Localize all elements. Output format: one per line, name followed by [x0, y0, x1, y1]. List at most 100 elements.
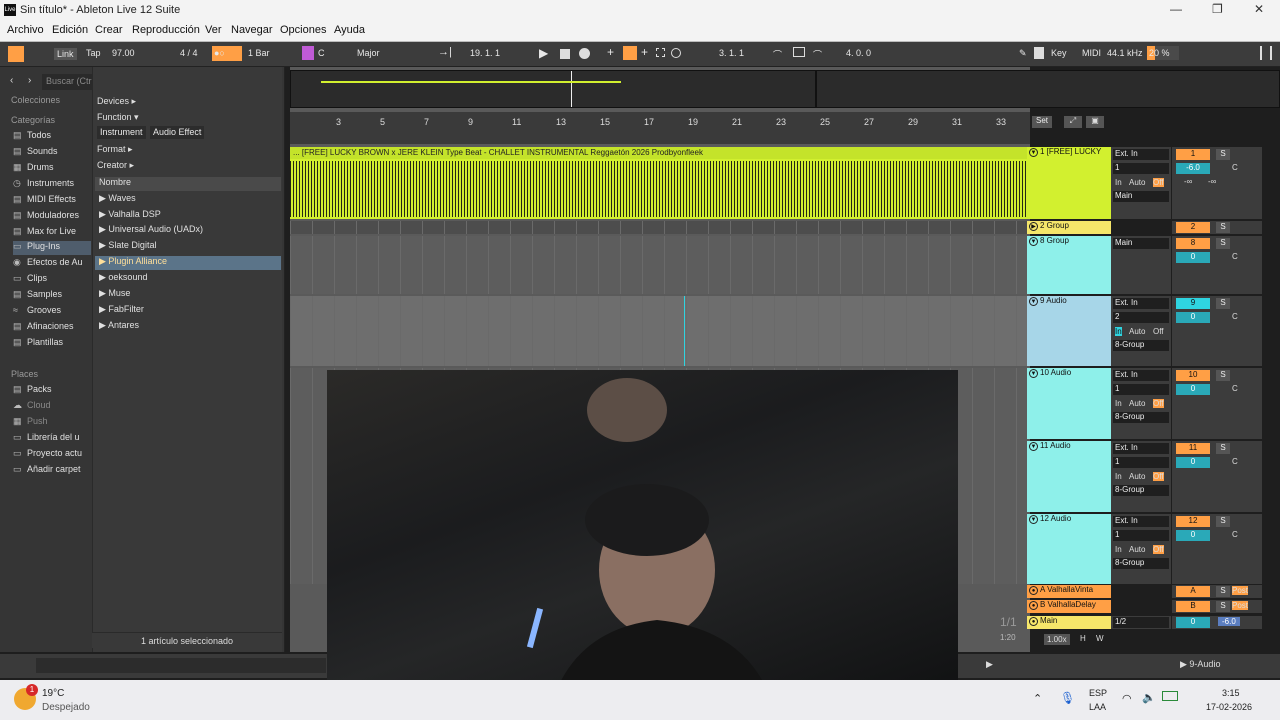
- play-icon[interactable]: ▶: [539, 46, 548, 60]
- track-activator[interactable]: 8: [1176, 238, 1210, 249]
- track-lane-8[interactable]: [290, 236, 1027, 294]
- pan-field[interactable]: C: [1232, 312, 1238, 321]
- follow-icon[interactable]: →|: [438, 46, 452, 58]
- category-efectos-audio[interactable]: ◉ Efectos de Au: [13, 257, 83, 271]
- return-activator[interactable]: B: [1176, 601, 1210, 612]
- list-item[interactable]: ▶ Universal Audio (UADx): [95, 224, 281, 238]
- keyboard-icon[interactable]: [1034, 47, 1044, 59]
- fold-icon[interactable]: ▼: [1029, 297, 1038, 306]
- solo-button[interactable]: S: [1216, 149, 1230, 160]
- category-midi-effects[interactable]: ▤ MIDI Effects: [13, 194, 76, 208]
- menu-edicion[interactable]: Edición: [52, 24, 88, 36]
- h-button[interactable]: H: [1080, 634, 1086, 643]
- place-packs[interactable]: ▤ Packs: [13, 384, 52, 398]
- track-header-11[interactable]: ▼ 11 Audio: [1027, 441, 1111, 512]
- solo-button[interactable]: S: [1216, 298, 1230, 309]
- category-max-for-live[interactable]: ▤ Max for Live: [13, 226, 76, 240]
- key-map-button[interactable]: Key: [1051, 48, 1067, 58]
- monitor-in[interactable]: In: [1115, 472, 1122, 481]
- volume-field[interactable]: 0: [1176, 530, 1210, 541]
- column-header-name[interactable]: Nombre: [95, 177, 281, 191]
- input-type-select[interactable]: Ext. In: [1113, 298, 1169, 309]
- place-push[interactable]: ▦ Push: [13, 416, 48, 430]
- punch-in-icon[interactable]: ⌒: [773, 48, 782, 61]
- punch-out-icon[interactable]: ⌒: [813, 48, 822, 61]
- volume-field[interactable]: -6.0: [1176, 163, 1210, 174]
- loop-length-field[interactable]: 4. 0. 0: [846, 48, 871, 58]
- tag-audio-effect[interactable]: Audio Effect: [150, 126, 205, 139]
- monitor-in[interactable]: In: [1115, 178, 1122, 187]
- category-plantillas[interactable]: ▤ Plantillas: [13, 337, 63, 351]
- clock-time[interactable]: 3:15: [1222, 688, 1240, 698]
- list-item[interactable]: ▶ Plugin Alliance: [95, 256, 281, 270]
- monitor-auto[interactable]: Auto: [1129, 178, 1145, 187]
- filter-devices[interactable]: Devices ▸: [97, 96, 136, 107]
- input-type-select[interactable]: Ext. In: [1113, 516, 1169, 527]
- fold-icon[interactable]: ●: [1029, 617, 1038, 626]
- maximize-button[interactable]: ❐: [1212, 2, 1223, 16]
- scale-mode-icon[interactable]: [302, 46, 314, 60]
- menu-reproduccion[interactable]: Reproducción: [132, 24, 200, 36]
- microphone-icon[interactable]: 🎙: [1060, 691, 1075, 705]
- tag-instrument[interactable]: Instrument: [97, 126, 146, 139]
- monitor-off[interactable]: Off: [1153, 545, 1164, 554]
- fold-icon[interactable]: ▼: [1029, 369, 1038, 378]
- battery-icon[interactable]: [1162, 691, 1178, 701]
- fold-icon[interactable]: ●: [1029, 601, 1038, 610]
- category-drums[interactable]: ▦ Drums: [13, 162, 54, 176]
- track-activator[interactable]: 11: [1176, 443, 1210, 454]
- audio-clip[interactable]: ... [FREE] LUCKY BROWN x JERE KLEIN Type…: [290, 147, 1027, 219]
- main-volume[interactable]: 0: [1176, 617, 1210, 628]
- track-activator[interactable]: 10: [1176, 370, 1210, 381]
- track-header-9[interactable]: ▼ 9 Audio: [1027, 296, 1111, 366]
- monitor-auto[interactable]: Auto: [1129, 472, 1145, 481]
- list-item[interactable]: ▶ Valhalla DSP: [95, 209, 281, 223]
- solo-button[interactable]: S: [1216, 238, 1230, 249]
- clock-date[interactable]: 17-02-2026: [1206, 702, 1252, 712]
- pan-field[interactable]: C: [1232, 252, 1238, 261]
- monitor-off[interactable]: Off: [1153, 327, 1164, 336]
- menu-archivo[interactable]: Archivo: [7, 24, 44, 36]
- pan-field[interactable]: C: [1232, 457, 1238, 466]
- input-channel-select[interactable]: 1: [1113, 457, 1169, 468]
- category-clips[interactable]: ▭ Clips: [13, 273, 47, 287]
- post-button[interactable]: Post: [1232, 601, 1249, 610]
- overview-strip[interactable]: [290, 70, 1280, 108]
- solo-button[interactable]: S: [1216, 601, 1230, 612]
- metronome-button[interactable]: ●○: [212, 46, 242, 61]
- tempo-field[interactable]: 97.00: [112, 48, 135, 58]
- output-select[interactable]: Main: [1113, 191, 1169, 202]
- input-type-select[interactable]: Ext. In: [1113, 149, 1169, 160]
- output-select[interactable]: 8-Group: [1113, 340, 1169, 351]
- place-cloud[interactable]: ☁ Cloud: [13, 400, 51, 414]
- monitor-auto[interactable]: Auto: [1129, 399, 1145, 408]
- input-channel-select[interactable]: 1: [1113, 530, 1169, 541]
- pan-field[interactable]: C: [1232, 384, 1238, 393]
- post-button[interactable]: Post: [1232, 586, 1249, 595]
- menu-crear[interactable]: Crear: [95, 24, 123, 36]
- category-moduladores[interactable]: ▤ Moduladores: [13, 210, 79, 224]
- quantize-select[interactable]: 1 Bar: [248, 48, 270, 58]
- fold-icon[interactable]: ▼: [1029, 237, 1038, 246]
- place-add-folder[interactable]: ▭ Añadir carpet: [13, 464, 81, 478]
- volume-field[interactable]: 0: [1176, 457, 1210, 468]
- menu-ver[interactable]: Ver: [205, 24, 222, 36]
- input-type-select[interactable]: Ext. In: [1113, 443, 1169, 454]
- monitor-in[interactable]: In: [1115, 327, 1122, 336]
- expand-icon[interactable]: ⤢: [1064, 116, 1082, 128]
- return-header-b[interactable]: ● B ValhallaDelay: [1027, 600, 1111, 613]
- category-samples[interactable]: ▤ Samples: [13, 289, 62, 303]
- pan-field[interactable]: C: [1232, 163, 1238, 172]
- fold-icon[interactable]: ▶: [1029, 222, 1038, 231]
- monitor-off[interactable]: Off: [1153, 178, 1164, 187]
- track-header-1[interactable]: ▼ 1 [FREE] LUCKY: [1027, 147, 1111, 219]
- monitor-in[interactable]: In: [1115, 545, 1122, 554]
- midi-map-button[interactable]: MIDI: [1082, 48, 1101, 58]
- speaker-icon[interactable]: 🔈: [1142, 691, 1156, 704]
- volume-field[interactable]: 0: [1176, 312, 1210, 323]
- place-user-library[interactable]: ▭ Librería del u: [13, 432, 80, 446]
- main-header[interactable]: ● Main: [1027, 616, 1111, 629]
- stop-icon[interactable]: [560, 49, 570, 59]
- solo-button[interactable]: S: [1216, 370, 1230, 381]
- back-arrow-icon[interactable]: ‹: [10, 75, 13, 86]
